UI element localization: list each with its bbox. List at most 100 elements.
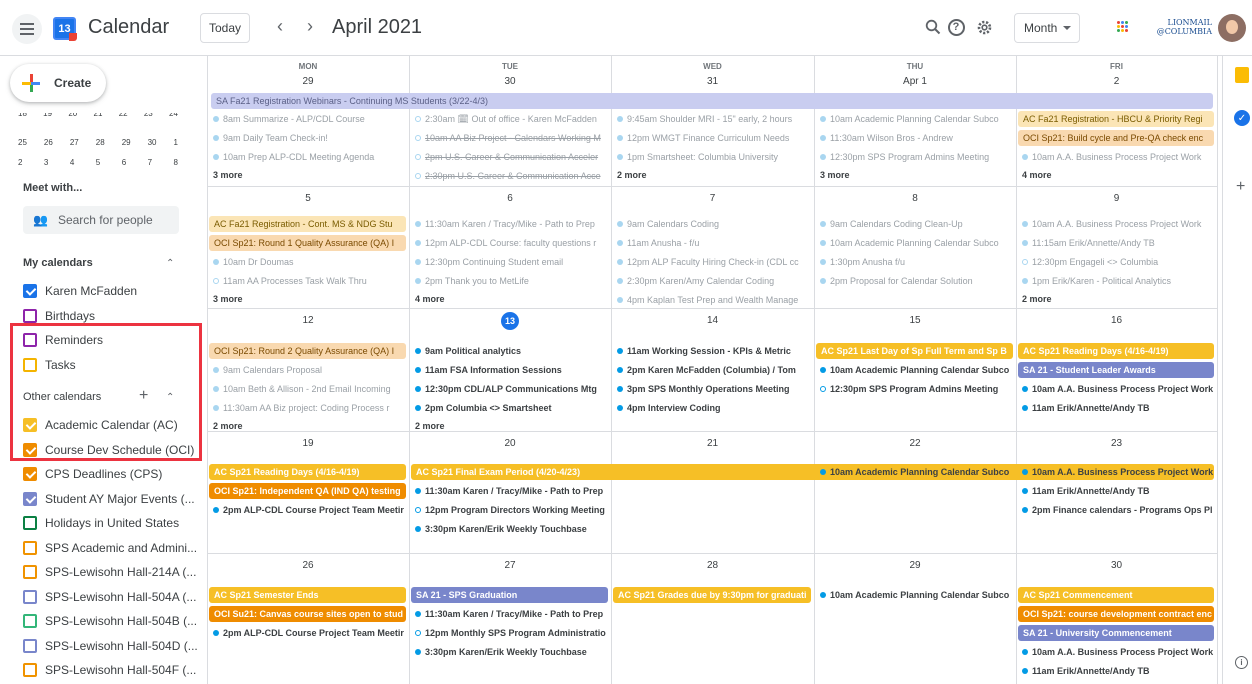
date-number[interactable]: 31 [611, 76, 814, 87]
search-people-input[interactable]: 👥 Search for people [23, 206, 179, 234]
timed-event[interactable]: 12:30pm SPS Program Admins Meeting [816, 149, 1013, 165]
all-day-event[interactable]: AC Sp21 Reading Days (4/16-4/19) [209, 464, 406, 480]
date-number[interactable]: 29 [207, 76, 409, 87]
next-month-button[interactable]: › [300, 16, 320, 37]
date-number[interactable]: 14 [611, 315, 814, 326]
timed-event[interactable]: 2:30pm Karen/Amy Calendar Coding [613, 273, 811, 289]
timed-event[interactable]: 3:30pm Karen/Erik Weekly Touchbase [411, 521, 608, 537]
more-events-link[interactable]: 3 more [209, 170, 243, 180]
timed-event[interactable]: 10am Academic Planning Calendar Subco [816, 587, 1013, 603]
date-number[interactable]: 5 [207, 193, 409, 204]
timed-event[interactable]: 11am Anusha - f/u [613, 235, 811, 251]
add-calendar-plus-icon[interactable]: + [139, 387, 148, 405]
timed-event[interactable]: 10am A.A. Business Process Project Work [1018, 644, 1214, 660]
checkbox[interactable] [23, 308, 37, 323]
timed-event[interactable]: 3:30pm Karen/Erik Weekly Touchbase [411, 644, 608, 660]
calendar-list-item[interactable]: CPS Deadlines (CPS) [23, 465, 162, 483]
get-addons-plus-icon[interactable]: + [1236, 178, 1245, 196]
timed-event[interactable]: 12pm ALP Faculty Hiring Check-in (CDL cc [613, 254, 811, 270]
timed-event[interactable]: 2:30am 🗓 Out of office - Karen McFadden [411, 111, 608, 127]
more-events-link[interactable]: 4 more [411, 294, 445, 304]
date-number[interactable]: 7 [611, 193, 814, 204]
calendar-list-item[interactable]: SPS-Lewisohn Hall-504A (... [23, 588, 196, 606]
timed-event[interactable]: 10am Academic Planning Calendar Subco [816, 362, 1013, 378]
all-day-event[interactable]: OCI Su21: Canvas course sites open to st… [209, 606, 406, 622]
checkbox[interactable] [23, 333, 37, 347]
create-button[interactable]: Create [10, 64, 106, 102]
checkbox[interactable] [23, 284, 37, 298]
date-number[interactable]: 8 [814, 193, 1016, 204]
timed-event[interactable]: 2pm Finance calendars - Programs Ops Pl [1018, 502, 1214, 518]
calendar-list-item[interactable]: SPS Academic and Admini... [23, 539, 197, 557]
today-button[interactable]: Today [200, 13, 250, 43]
mini-calendar-day[interactable]: 7 [148, 158, 152, 167]
mini-calendar-day[interactable]: 20 [68, 113, 77, 117]
multi-day-event[interactable]: SA Fa21 Registration Webinars - Continui… [211, 93, 1213, 109]
timed-event[interactable]: 10am A.A. Business Process Project Work [1018, 464, 1214, 480]
all-day-event[interactable]: SA 21 - University Commencement [1018, 625, 1214, 641]
mini-calendar-day[interactable]: 2 [18, 158, 22, 167]
calendar-list-item[interactable]: Karen McFadden [23, 282, 137, 300]
all-day-event[interactable]: AC Fa21 Registration - Cont. MS & NDG St… [209, 216, 406, 232]
timed-event[interactable]: 11:30am Wilson Bros - Andrew [816, 130, 1013, 146]
timed-event[interactable]: 8am Summarize - ALP/CDL Course [209, 111, 406, 127]
mini-calendar-day[interactable]: 24 [169, 113, 178, 117]
all-day-event[interactable]: AC Fa21 Registration - HBCU & Priority R… [1018, 111, 1214, 127]
mini-calendar-day[interactable]: 19 [43, 113, 52, 117]
calendar-list-item[interactable]: SPS-Lewisohn Hall-504B (... [23, 612, 197, 630]
today-date-marker[interactable]: 13 [501, 312, 519, 330]
checkbox[interactable] [23, 467, 37, 481]
timed-event[interactable]: 2pm Thank you to MetLife [411, 273, 608, 289]
tasks-icon[interactable]: ✓ [1234, 110, 1250, 126]
timed-event[interactable]: 12pm ALP-CDL Course: faculty questions r [411, 235, 608, 251]
timed-event[interactable]: 11am Erik/Annette/Andy TB [1018, 483, 1214, 499]
date-number[interactable]: 19 [207, 438, 409, 449]
timed-event[interactable]: 10am Beth & Allison - 2nd Email Incoming [209, 381, 406, 397]
calendar-list-item[interactable]: Holidays in United States [23, 514, 179, 532]
timed-event[interactable]: 10am Prep ALP-CDL Meeting Agenda [209, 149, 406, 165]
calendar-list-item[interactable]: SPS-Lewisohn Hall-214A (... [23, 563, 196, 581]
other-calendars-title[interactable]: Other calendars [23, 391, 101, 403]
my-calendars-title[interactable]: My calendars [23, 257, 93, 269]
timed-event[interactable]: 12:30pm Engageli <> Columbia [1018, 254, 1214, 270]
date-number[interactable]: 20 [409, 438, 611, 449]
more-events-link[interactable]: 2 more [613, 170, 647, 180]
timed-event[interactable]: 4pm Interview Coding [613, 400, 811, 416]
collapse-chevron-icon[interactable]: ⌃ [166, 258, 174, 269]
all-day-event[interactable]: AC Sp21 Semester Ends [209, 587, 406, 603]
checkbox[interactable] [23, 418, 37, 432]
more-events-link[interactable]: 3 more [816, 170, 850, 180]
checkbox[interactable] [23, 442, 37, 457]
mini-calendar-day[interactable]: 4 [70, 158, 74, 167]
all-day-event[interactable]: AC Sp21 Commencement [1018, 587, 1214, 603]
mini-calendar-day[interactable]: 21 [94, 113, 103, 117]
date-number[interactable]: 12 [207, 315, 409, 326]
info-icon[interactable]: i [1235, 656, 1248, 669]
date-number[interactable]: 28 [611, 560, 814, 571]
timed-event[interactable]: 11am FSA Information Sessions [411, 362, 608, 378]
checkbox[interactable] [23, 663, 37, 677]
all-day-event[interactable]: OCI Sp21: Independent QA (IND QA) testin… [209, 483, 406, 499]
timed-event[interactable]: 3pm SPS Monthly Operations Meeting [613, 381, 811, 397]
more-events-link[interactable]: 2 more [411, 421, 445, 431]
date-number[interactable]: 26 [207, 560, 409, 571]
timed-event[interactable]: 9am Calendars Coding Clean-Up [816, 216, 1013, 232]
timed-event[interactable]: 11:30am AA Biz project: Coding Process r [209, 400, 406, 416]
timed-event[interactable]: 9am Calendars Coding [613, 216, 811, 232]
timed-event[interactable]: 9am Daily Team Check-in! [209, 130, 406, 146]
timed-event[interactable]: 10am A.A. Business Process Project Work [1018, 216, 1214, 232]
checkbox[interactable] [23, 540, 37, 555]
timed-event[interactable]: 1:30pm Anusha f/u [816, 254, 1013, 270]
checkbox[interactable] [23, 565, 37, 579]
date-number[interactable]: 30 [1016, 560, 1217, 571]
settings-gear-icon[interactable] [973, 16, 995, 38]
timed-event[interactable]: 10am A.A. Business Process Project Work [1018, 381, 1214, 397]
timed-event[interactable]: 12pm Program Directors Working Meeting [411, 502, 608, 518]
mini-calendar-day[interactable]: 23 [144, 113, 153, 117]
calendar-list-item[interactable]: Student AY Major Events (... [23, 490, 195, 508]
keep-icon[interactable] [1235, 67, 1249, 83]
timed-event[interactable]: 12:30pm CDL/ALP Communications Mtg [411, 381, 608, 397]
more-events-link[interactable]: 2 more [1018, 294, 1052, 304]
date-number[interactable]: 29 [814, 560, 1016, 571]
calendar-list-item[interactable]: Academic Calendar (AC) [23, 416, 178, 434]
